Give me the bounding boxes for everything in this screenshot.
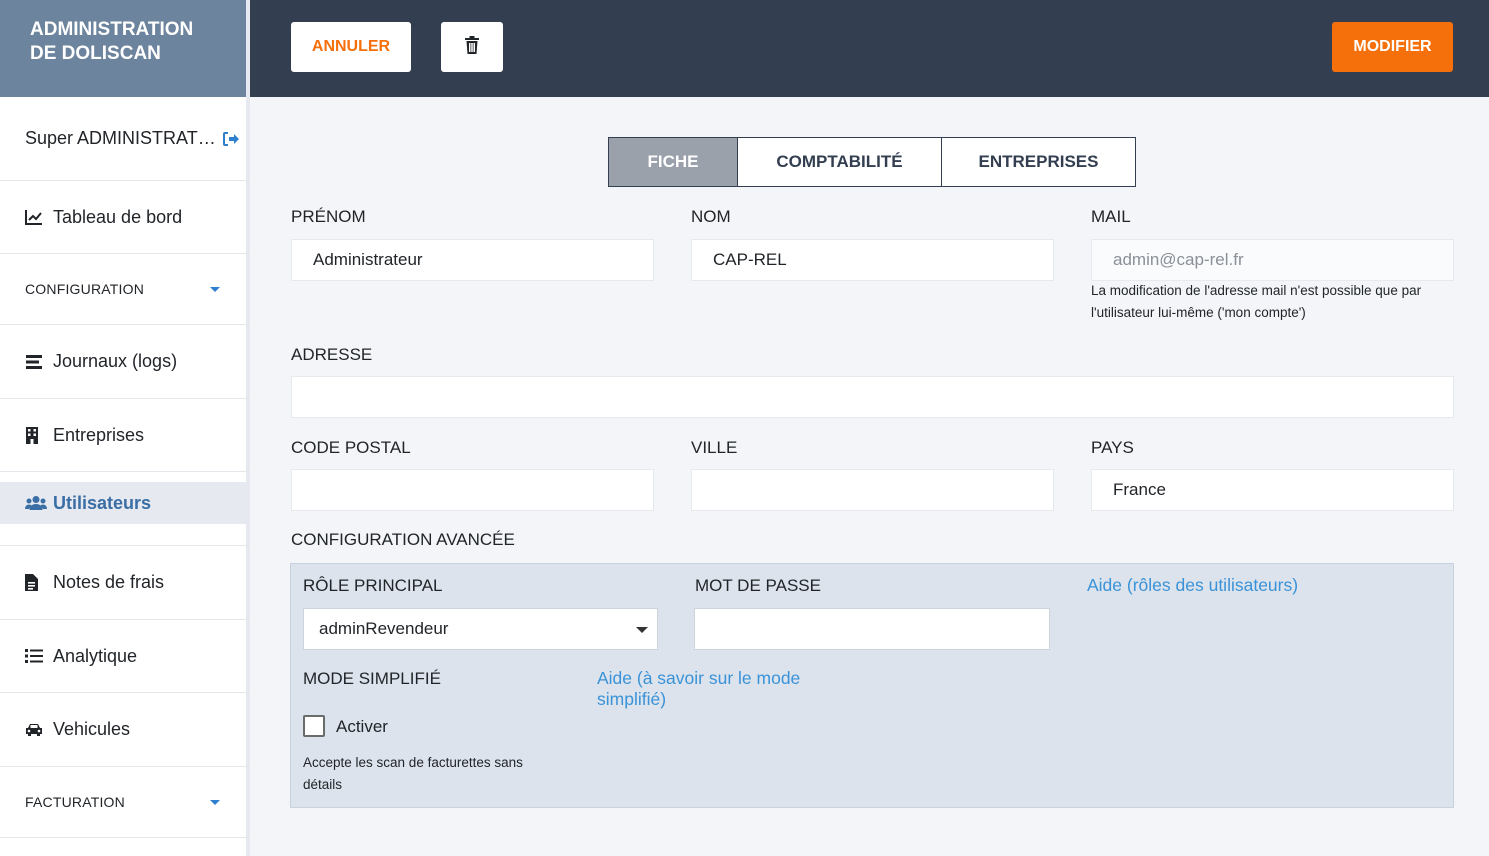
logout-icon[interactable] [222,131,240,147]
chevron-down-icon [210,799,220,805]
car-icon [25,720,47,740]
document-icon [25,572,47,592]
pays-label: PAYS [1091,438,1134,457]
sidebar-item-label: Analytique [53,645,138,666]
sidebar: ADMINISTRATION DE DOLISCAN Super ADMINIS… [0,0,250,856]
activate-checkbox[interactable] [303,715,325,737]
roles-help-link[interactable]: Aide (rôles des utilisateurs) [1087,575,1298,596]
tab-entreprises[interactable]: ENTREPRISES [942,137,1136,187]
sidebar-section-label: CONFIGURATION [25,281,145,297]
role-label: RÔLE PRINCIPAL [303,576,443,595]
role-select[interactable]: adminRevendeur [303,608,658,650]
brand-title: ADMINISTRATION DE DOLISCAN [0,0,246,97]
mode-simplifie-label: MODE SIMPLIFIÉ [303,669,441,688]
tab-fiche[interactable]: FICHE [608,137,738,187]
sidebar-item-journaux[interactable]: Journaux (logs) [0,325,250,398]
adresse-label: ADRESSE [291,345,373,364]
nom-label: NOM [691,207,731,226]
ville-field[interactable] [691,469,1054,511]
nom-field[interactable]: CAP-REL [691,239,1054,281]
code-postal-label: CODE POSTAL [291,438,411,457]
mail-help-text: La modification de l'adresse mail n'est … [1091,283,1422,320]
chart-line-icon [25,207,47,227]
sidebar-item-label: Journaux (logs) [53,351,178,371]
sidebar-item-entreprises[interactable]: Entreprises [0,399,250,471]
chevron-down-icon [210,286,220,292]
cancel-button[interactable]: ANNULER [291,22,411,72]
sidebar-item-utilisateurs[interactable]: Utilisateurs [0,482,250,524]
sidebar-item-label: Vehicules [53,719,131,739]
sidebar-section-facturation[interactable]: FACTURATION [0,767,250,837]
pays-field[interactable]: France [1091,469,1454,511]
sidebar-item-label: Tableau de bord [53,206,183,227]
adresse-field[interactable] [291,376,1454,418]
tab-comptabilite[interactable]: COMPTABILITÉ [738,137,942,187]
sidebar-item-vehicules[interactable]: Vehicules [0,693,250,766]
password-field[interactable] [694,608,1050,650]
chevron-down-icon [636,627,648,633]
sidebar-item-analytique[interactable]: Analytique [0,620,250,692]
prenom-field[interactable]: Administrateur [291,239,654,281]
advanced-config-title: CONFIGURATION AVANCÉE [291,530,515,549]
sidebar-item-label: Entreprises [53,424,145,445]
mail-label: MAIL [1091,207,1131,226]
list-lines-icon [25,352,47,372]
role-selected-value: adminRevendeur [319,619,449,638]
user-menu[interactable]: Super ADMINISTRAT… [0,97,250,180]
sidebar-item-tableau-de-bord[interactable]: Tableau de bord [0,181,250,253]
top-toolbar: ANNULER MODIFIER [250,0,1489,97]
sidebar-section-configuration[interactable]: CONFIGURATION [0,254,250,324]
password-label: MOT DE PASSE [695,576,821,595]
list-icon [25,646,47,666]
modify-button[interactable]: MODIFIER [1332,22,1453,72]
mail-field: admin@cap-rel.fr [1091,239,1454,281]
prenom-label: PRÉNOM [291,207,366,226]
building-icon [25,425,47,445]
ville-label: VILLE [691,438,738,457]
sidebar-item-label: Notes de frais [53,571,165,592]
sidebar-item-label: Utilisateurs [53,492,152,513]
code-postal-field[interactable] [291,469,654,511]
sidebar-item-notes-de-frais[interactable]: Notes de frais [0,546,250,618]
activate-help-text: Accepte les scan de facturettes sans dét… [303,755,523,792]
trash-icon [465,35,479,59]
tab-bar: FICHE COMPTABILITÉ ENTREPRISES [608,137,1136,187]
users-icon [25,493,47,513]
delete-button[interactable] [441,22,503,72]
sidebar-section-label: FACTURATION [25,794,125,810]
mode-help-link[interactable]: Aide (à savoir sur le mode simplifié) [597,668,800,710]
user-name: Super ADMINISTRAT… [25,128,216,148]
activate-label: Activer [336,717,388,736]
